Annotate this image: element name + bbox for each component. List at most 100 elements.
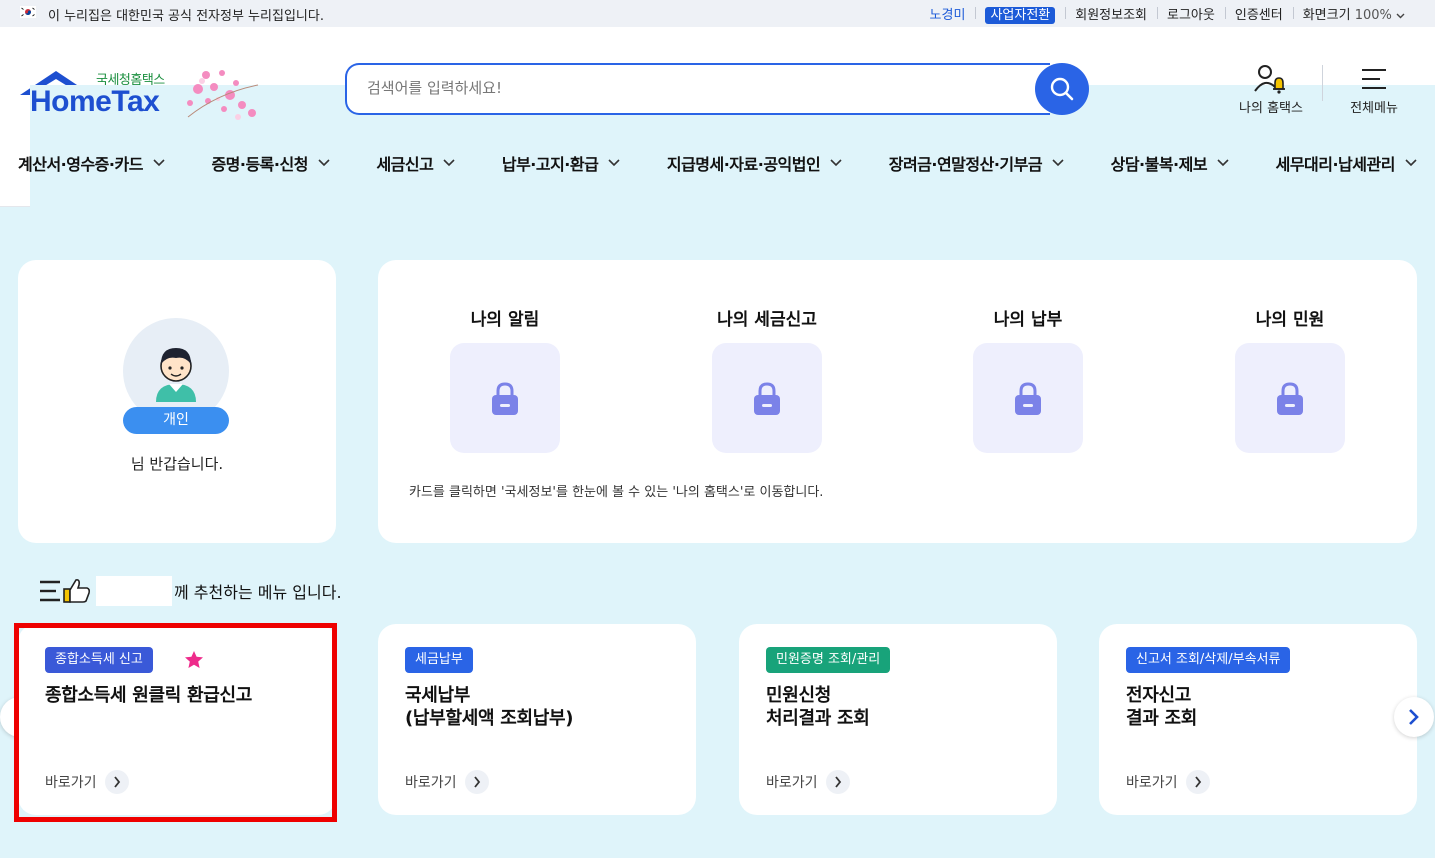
chevron-down-icon [608,159,620,167]
gnb-item-invoice[interactable]: 계산서·영수증·카드 [18,148,165,178]
lock-box [1235,343,1345,453]
star-icon [185,651,203,668]
arrow-circle [104,770,129,794]
gnb-item-payment[interactable]: 납부·고지·환급 [502,148,620,178]
search-button[interactable] [1035,63,1089,115]
personal-tag: 개인 [123,407,229,434]
korea-flag-icon [20,6,36,18]
greeting-text: 님 반갑습니다. [130,455,224,473]
my-info-card: 나의 알림 나의 세금신고 나의 납부 나의 민원 카드를 클릭하면 '국세정보… [378,260,1417,543]
lock-box [450,343,560,453]
global-navigation: 계산서·영수증·카드 증명·등록·신청 세금신고 납부·고지·환급 지급명세·자… [0,148,1435,178]
chevron-right-icon [113,776,120,788]
zoom-control[interactable]: 화면크기 100% [1292,4,1415,23]
recommend-card-e-filing[interactable]: 신고서 조회/삭제/부속서류 전자신고 결과 조회 바로가기 [1099,624,1417,815]
lock-icon [754,382,780,415]
chevron-down-icon [443,159,455,167]
chevron-right-icon [834,776,841,788]
go-link[interactable]: 바로가기 [405,770,489,794]
search-icon [1050,77,1074,101]
recommend-card-title: 민원신청 처리결과 조회 [766,685,870,729]
chevron-down-icon [318,159,330,167]
my-payment-card[interactable]: 나의 납부 [928,305,1128,453]
zoom-value: 100% [1354,8,1392,23]
go-link[interactable]: 바로가기 [45,770,129,794]
my-tax-return-title: 나의 세금신고 [717,310,817,330]
gnb-item-statements[interactable]: 지급명세·자료·공익법인 [667,148,842,178]
gnb-label: 납부·고지·환급 [501,155,599,174]
recommend-card-income-tax[interactable]: 종합소득세 신고 종합소득세 원클릭 환급신고 바로가기 [18,624,336,815]
chevron-down-icon [1405,159,1417,167]
recommend-card-tax-payment[interactable]: 세금납부 국세납부 (납부할세액 조회납부) 바로가기 [378,624,696,815]
my-notice-title: 나의 알림 [470,310,540,330]
gnb-label: 증명·등록·신청 [211,155,308,174]
header-icons: 나의 홈택스 전체메뉴 [1228,61,1417,116]
logout-link[interactable]: 로그아웃 [1157,4,1225,23]
chevron-down-icon [1396,13,1405,19]
recommend-card-title: 국세납부 (납부할세액 조회납부) [405,685,574,729]
gnb-label: 계산서·영수증·카드 [18,155,143,174]
gnb-item-incentive[interactable]: 장려금·연말정산·기부금 [889,148,1064,178]
chevron-down-icon [1052,159,1064,167]
category-pill: 종합소득세 신고 [45,647,153,673]
chevron-right-icon [473,776,480,788]
gnb-label: 지급명세·자료·공익법인 [666,155,821,174]
user-name[interactable]: 노경미 [920,4,976,23]
main-content: 개인 님 반갑습니다. 나의 알림 나의 세금신고 나의 납부 나의 민원 카드… [0,207,1435,858]
cert-center-link[interactable]: 인증센터 [1224,4,1293,23]
recommend-title: 께 추천하는 메뉴 입니다. [38,576,342,606]
gnb-label: 세무대리·납세관리 [1275,155,1396,174]
go-label: 바로가기 [1126,775,1178,791]
my-payment-title: 나의 납부 [993,310,1063,330]
chevron-down-icon [1217,159,1229,167]
lock-box [973,343,1083,453]
masked-username [96,576,172,606]
my-cards-hint: 카드를 클릭하면 '국세정보'를 한눈에 볼 수 있는 '나의 홈택스'로 이동… [409,485,824,500]
arrow-circle [1185,770,1210,794]
all-menu-button[interactable]: 전체메뉴 [1331,61,1417,116]
government-notice: 이 누리집은 대한민국 공식 전자정부 누리집입니다. [48,9,324,24]
chevron-down-icon [153,159,165,167]
recommend-card-civil[interactable]: 민원증명 조회/관리 민원신청 처리결과 조회 바로가기 [739,624,1057,815]
go-label: 바로가기 [405,775,457,791]
gnb-item-certificate[interactable]: 증명·등록·신청 [211,148,330,178]
arrow-circle [464,770,489,794]
search-input[interactable] [367,76,1017,100]
my-civil-title: 나의 민원 [1255,310,1325,330]
lock-icon [1015,382,1041,415]
carousel-next-button[interactable] [1394,697,1434,737]
hometax-logo[interactable]: 국세청홈택스 HomeTax [18,65,1435,736]
my-notice-card[interactable]: 나의 알림 [405,305,605,453]
gnb-label: 상담·불복·제보 [1110,155,1208,174]
chevron-down-icon [830,159,842,167]
profile-card: 개인 님 반갑습니다. [18,260,336,543]
go-link[interactable]: 바로가기 [1126,770,1210,794]
arrow-circle [825,770,850,794]
my-civil-card[interactable]: 나의 민원 [1190,305,1390,453]
go-label: 바로가기 [45,775,97,791]
search-bar [345,63,1090,115]
my-tax-return-card[interactable]: 나의 세금신고 [667,305,867,453]
top-utility-bar: 이 누리집은 대한민국 공식 전자정부 누리집입니다. 노경미 사업자전환 회원… [0,0,1435,27]
category-pill: 신고서 조회/삭제/부속서류 [1126,647,1291,673]
go-link[interactable]: 바로가기 [766,770,850,794]
gnb-item-consult[interactable]: 상담·불복·제보 [1111,148,1229,178]
gnb-item-tax-return[interactable]: 세금신고 [376,148,455,178]
gnb-label: 세금신고 [376,155,434,174]
lock-icon [1277,382,1303,415]
gnb-label: 장려금·연말정산·기부금 [888,155,1043,174]
lock-icon [492,382,518,415]
recommend-card-title: 종합소득세 원클릭 환급신고 [45,685,253,706]
my-hometax-button[interactable]: 나의 홈택스 [1228,61,1314,116]
all-menu-label: 전체메뉴 [1350,101,1398,116]
lock-box [712,343,822,453]
list-thumbs-up-icon [40,579,91,603]
cherry-blossom-icon [187,70,259,120]
gnb-item-agent[interactable]: 세무대리·납세관리 [1276,148,1417,178]
hamburger-menu-icon [1362,69,1386,89]
my-hometax-label: 나의 홈택스 [1239,101,1303,116]
business-switch-button[interactable]: 사업자전환 [975,4,1065,24]
zoom-label: 화면크기 [1302,8,1351,23]
chevron-right-icon [1409,709,1419,725]
member-info-link[interactable]: 회원정보조회 [1065,4,1157,23]
